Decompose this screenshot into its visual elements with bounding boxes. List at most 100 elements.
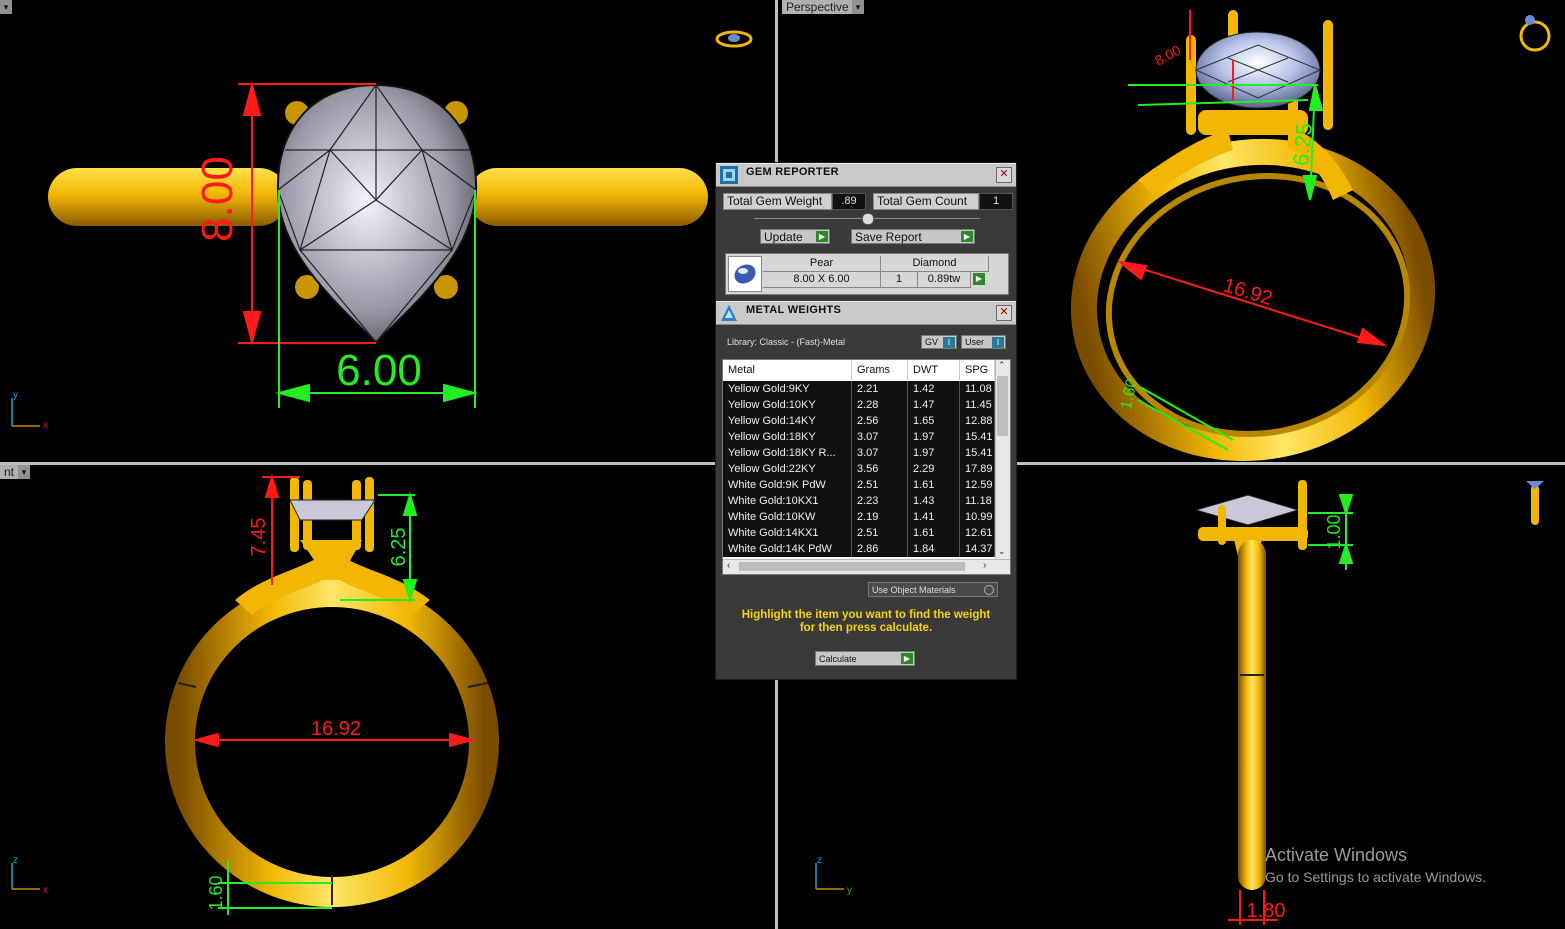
close-icon[interactable]: ✕ — [996, 167, 1012, 183]
table-cell: 2.23 — [852, 493, 908, 509]
table-cell: 15.41 — [960, 445, 995, 461]
user-toggle[interactable]: User I — [961, 335, 1006, 349]
gem-side — [1194, 494, 1300, 526]
front-view-scene: 7.45 16.92 6.25 1.60 z x — [11, 473, 499, 915]
scroll-thumb[interactable] — [997, 376, 1008, 436]
scroll-down-icon[interactable]: ⌄ — [998, 546, 1006, 557]
table-row[interactable]: White Gold:9K PdW 2.51 1.61 12.59 — [723, 477, 995, 493]
table-row[interactable]: Yellow Gold:18KY R... 3.07 1.97 15.41 — [723, 445, 995, 461]
col-header-metal[interactable]: Metal — [723, 360, 852, 380]
viewport-label[interactable]: nt — [0, 465, 19, 479]
svg-text:y: y — [847, 885, 852, 896]
gv-toggle[interactable]: GV I — [921, 335, 957, 349]
table-row[interactable]: White Gold:10KX1 2.23 1.43 11.18 — [723, 493, 995, 509]
viewport-menu-chevron[interactable]: ▾ — [852, 0, 864, 14]
metal-weights-title: METAL WEIGHTS — [746, 304, 842, 316]
col-header-grams[interactable]: Grams — [852, 360, 908, 380]
table-cell: 1.41 — [908, 509, 960, 525]
table-cell: Yellow Gold:14KY — [723, 413, 852, 429]
gem-reporter-header[interactable]: GEM REPORTER ✕ — [716, 163, 1016, 187]
table-cell: 1.97 — [908, 445, 960, 461]
table-row[interactable]: Yellow Gold:22KY 3.56 2.29 17.89 — [723, 461, 995, 477]
table-cell: Yellow Gold:10KY — [723, 397, 852, 413]
scroll-right-icon[interactable]: › — [983, 560, 986, 571]
save-report-button[interactable]: Save Report ▶ — [851, 229, 975, 244]
table-cell: 15.41 — [960, 429, 995, 445]
scroll-up-icon[interactable]: ⌃ — [998, 360, 1006, 371]
table-cell: 1.97 — [908, 429, 960, 445]
table-row[interactable]: White Gold:10KW 2.19 1.41 10.99 — [723, 509, 995, 525]
dim-height-label: 8.00 — [193, 156, 242, 242]
shank-right — [468, 168, 708, 226]
table-cell: White Gold:10KX1 — [723, 493, 852, 509]
table-row[interactable]: Yellow Gold:14KY 2.56 1.65 12.88 — [723, 413, 995, 429]
axis-gizmo: z x — [11, 855, 48, 896]
gem-reporter-icon — [720, 166, 738, 184]
dim-top-label: 8.00 — [1152, 42, 1184, 69]
table-cell: 2.51 — [852, 477, 908, 493]
calculate-button[interactable]: Calculate ▶ — [815, 651, 915, 666]
table-cell: White Gold:14K PdW — [723, 541, 852, 557]
table-cell: White Gold:9K PdW — [723, 477, 852, 493]
ring-perspective-icon[interactable] — [1519, 15, 1551, 52]
table-cell: 10.99 — [960, 509, 995, 525]
table-row[interactable]: Yellow Gold:9KY 2.21 1.42 11.08 — [723, 381, 995, 397]
dim-width-label: 6.00 — [336, 346, 422, 395]
total-gem-weight-value: .89 — [832, 193, 866, 210]
dim-size-label: 16.92 — [311, 718, 361, 740]
table-cell: Yellow Gold:18KY — [723, 429, 852, 445]
table-cell: 14.37 — [960, 541, 995, 557]
gem-list-item[interactable]: Pear Diamond 8.00 X 6.00 1 0.89tw ▶ — [725, 253, 1009, 295]
table-row[interactable]: White Gold:14K PdW 2.86 1.84 14.37 — [723, 541, 995, 557]
gem-side — [289, 499, 376, 521]
dim-prong-label: 6.25 — [1288, 122, 1317, 167]
svg-text:x: x — [43, 885, 48, 896]
play-arrow-icon: ▶ — [816, 231, 828, 242]
table-row[interactable]: Yellow Gold:10KY 2.28 1.47 11.45 — [723, 397, 995, 413]
ring-view-icon[interactable] — [715, 30, 753, 48]
viewport-menu-chevron[interactable]: ▾ — [18, 465, 30, 479]
total-gem-count-label: Total Gem Count — [873, 193, 979, 210]
col-header-dwt[interactable]: DWT — [908, 360, 960, 380]
table-cell: 11.45 — [960, 397, 995, 413]
radio-icon — [984, 585, 994, 595]
dim-ring-size-label: 16.92 — [1221, 274, 1275, 310]
gem-weight: 0.89tw — [918, 272, 971, 288]
ring-side-icon[interactable] — [1526, 481, 1544, 525]
viewport-menu-chevron[interactable]: ▾ — [0, 0, 12, 14]
metal-weights-header[interactable]: METAL WEIGHTS ✕ — [716, 301, 1016, 325]
slider-handle[interactable] — [862, 213, 874, 225]
activate-windows-title: Activate Windows — [1265, 845, 1408, 865]
ring-shank-side — [1238, 540, 1266, 890]
play-arrow-icon: ▶ — [961, 231, 973, 242]
horizontal-scrollbar[interactable]: ‹ › — [723, 559, 1010, 574]
table-cell: 12.61 — [960, 525, 995, 541]
ring-head — [290, 477, 374, 580]
dim-overall-label: 7.45 — [248, 518, 270, 557]
table-cell: White Gold:10KW — [723, 509, 852, 525]
pear-gem-thumbnail — [728, 256, 762, 292]
table-cell: 2.28 — [852, 397, 908, 413]
table-row[interactable]: Yellow Gold:18KY 3.07 1.97 15.41 — [723, 429, 995, 445]
close-icon[interactable]: ✕ — [996, 305, 1012, 321]
gem-size: 8.00 X 6.00 — [763, 272, 881, 288]
dim-shank-label: 1.60 — [206, 875, 226, 910]
scroll-thumb-h[interactable] — [739, 562, 965, 571]
viewport-label[interactable]: Perspective — [782, 0, 853, 14]
update-button[interactable]: Update ▶ — [760, 229, 830, 244]
ring-band — [165, 577, 499, 907]
table-cell: 3.07 — [852, 429, 908, 445]
metal-weights-table[interactable]: Metal Grams DWT SPG Yellow Gold:9KY 2.21 1… — [722, 359, 1011, 575]
use-object-materials-toggle[interactable]: Use Object Materials — [868, 582, 998, 597]
table-row[interactable]: White Gold:14KX1 2.51 1.61 12.61 — [723, 525, 995, 541]
table-cell: 1.84 — [908, 541, 960, 557]
viewport-top[interactable]: 8.00 6.00 y x ▾ — [0, 0, 775, 462]
vertical-scrollbar[interactable]: ⌃ ⌄ — [995, 360, 1010, 560]
col-header-spg[interactable]: SPG — [960, 360, 995, 380]
play-arrow-icon[interactable]: ▶ — [973, 273, 985, 285]
svg-text:z: z — [13, 855, 18, 866]
axis-gizmo: z y — [815, 855, 852, 896]
scroll-left-icon[interactable]: ‹ — [727, 560, 730, 571]
table-cell: 11.18 — [960, 493, 995, 509]
viewport-front[interactable]: 7.45 16.92 6.25 1.60 z x nt ▾ — [0, 465, 775, 929]
